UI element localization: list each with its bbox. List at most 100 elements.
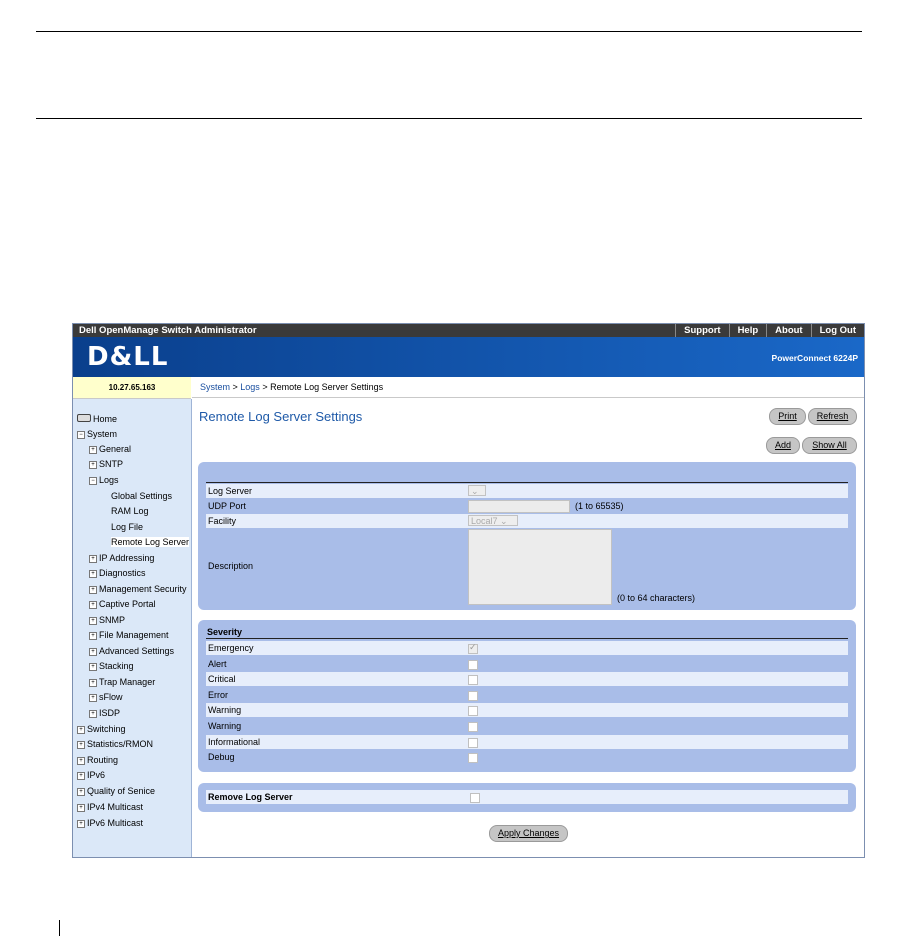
severity-row: Alert [206,656,848,671]
description-textarea[interactable] [468,529,612,605]
severity-label: Warning [208,705,242,716]
about-link[interactable]: About [766,324,810,337]
nav-remote-log-server[interactable]: Remote Log Server [111,537,190,547]
severity-row: Critical [206,672,848,687]
nav-switching[interactable]: + Switching [77,724,126,734]
expand-icon[interactable]: + [89,461,97,469]
nav-diagnostics[interactable]: + Diagnostics [89,568,146,578]
nav-sntp[interactable]: + SNTP [89,459,123,469]
nav-snmp[interactable]: + SNMP [89,615,125,625]
expand-icon[interactable]: + [77,741,85,749]
severity-label: Emergency [208,643,254,653]
nav-file-management[interactable]: + File Management [89,630,169,640]
severity-label: Informational [208,736,261,747]
expand-icon[interactable]: + [89,663,97,671]
collapse-icon[interactable]: − [89,477,97,485]
nav-captive-portal[interactable]: + Captive Portal [89,599,156,609]
nav-ip-addressing[interactable]: + IP Addressing [89,553,154,563]
switch-admin-window: Dell OpenManage Switch Administrator Sup… [72,323,865,858]
expand-icon[interactable]: + [89,632,97,640]
expand-icon[interactable]: + [77,804,85,812]
description-row: Description (0 to 64 characters) [206,529,848,606]
severity-divider [206,638,848,639]
breadcrumb-logs[interactable]: Logs [240,382,260,392]
top-links: Support Help About Log Out [675,324,864,337]
brand-banner: D&LL PowerConnect 6224P [73,337,864,377]
severity-checkbox[interactable] [468,690,478,701]
nav-general[interactable]: + General [89,444,131,454]
nav-routing[interactable]: + Routing [77,755,118,765]
expand-icon[interactable]: + [89,601,97,609]
breadcrumb-system[interactable]: System [200,382,230,392]
nav-advanced-settings[interactable]: + Advanced Settings [89,646,174,656]
description-hint: (0 to 64 characters) [617,593,696,603]
nav-trap-manager[interactable]: + Trap Manager [89,677,155,687]
udp-port-input[interactable] [468,500,570,513]
expand-icon[interactable]: + [77,820,85,828]
expand-icon[interactable]: + [77,788,85,796]
log-server-select[interactable]: ⌄ [468,485,486,496]
show-all-button[interactable]: Show All [802,437,857,454]
nav-ipv6[interactable]: + IPv6 [77,770,105,780]
expand-icon[interactable]: + [89,648,97,656]
nav-quality-of-service[interactable]: + Quality of Senice [77,786,155,796]
expand-icon[interactable]: + [89,617,97,625]
expand-icon[interactable]: + [77,726,85,734]
nav-ipv6-multicast[interactable]: + IPv6 Multicast [77,818,143,828]
severity-row: Warning [206,719,848,733]
add-button[interactable]: Add [766,437,800,454]
expand-icon[interactable]: + [89,555,97,563]
facility-select[interactable]: Local7 ⌄ [468,515,518,526]
severity-checkbox[interactable] [468,722,478,732]
remove-checkbox[interactable] [470,793,480,803]
severity-checkbox[interactable] [468,737,478,748]
content-area: Remote Log Server Settings Print Refresh… [193,399,864,857]
udp-port-row: UDP Port (1 to 65535) [206,499,848,513]
expand-icon[interactable]: + [89,586,97,594]
nav-logs[interactable]: − Logs [89,475,119,485]
nav-management-security[interactable]: + Management Security [89,584,187,594]
expand-icon[interactable]: + [89,710,97,718]
breadcrumb-separator: > [230,382,241,392]
remove-label: Remove Log Server [208,792,293,802]
nav-isdp[interactable]: + ISDP [89,708,120,718]
help-link[interactable]: Help [728,324,767,337]
nav-stacking[interactable]: + Stacking [89,661,134,671]
page-title: Remote Log Server Settings [199,409,363,424]
nav-ram-log[interactable]: RAM Log [111,506,149,516]
severity-checkbox[interactable] [468,675,478,686]
expand-icon[interactable]: + [89,570,97,578]
nav-sflow[interactable]: + sFlow [89,692,123,702]
top-rule [36,31,862,32]
log-server-row: Log Server ⌄ [206,484,848,498]
product-name: PowerConnect 6224P [771,353,858,363]
breadcrumb-separator: > [259,382,271,392]
expand-icon[interactable]: + [89,446,97,454]
nav-system[interactable]: − System [77,429,117,439]
top-bar: Dell OpenManage Switch Administrator Sup… [73,324,864,337]
nav-global-settings[interactable]: Global Settings [111,491,172,501]
severity-checkbox[interactable]: ✓ [468,642,478,654]
expand-icon[interactable]: + [77,772,85,780]
expand-icon[interactable]: + [77,757,85,765]
support-link[interactable]: Support [675,324,728,337]
severity-label: Debug [208,752,235,763]
nav-log-file[interactable]: Log File [111,522,143,532]
expand-icon[interactable]: + [89,694,97,702]
nav-home[interactable]: Home [77,414,117,424]
expand-icon[interactable]: + [89,679,97,687]
severity-checkbox[interactable] [468,753,478,764]
print-button[interactable]: Print [769,408,806,425]
severity-checkbox[interactable] [468,659,478,670]
nav-ipv4-multicast[interactable]: + IPv4 Multicast [77,802,143,812]
severity-row: Informational [206,734,848,749]
log-server-panel: Log Server ⌄ UDP Port (1 to 65535) Facil… [198,462,856,610]
severity-checkbox[interactable] [468,706,478,717]
apply-changes-button[interactable]: Apply Changes [489,825,568,842]
logout-link[interactable]: Log Out [810,324,864,337]
nav-statistics-rmon[interactable]: + Statistics/RMON [77,739,153,749]
breadcrumb: System > Logs > Remote Log Server Settin… [192,377,864,398]
refresh-button[interactable]: Refresh [808,408,857,425]
severity-panel: Severity Emergency ✓ Alert Critical Error War… [198,620,856,772]
collapse-icon[interactable]: − [77,431,85,439]
